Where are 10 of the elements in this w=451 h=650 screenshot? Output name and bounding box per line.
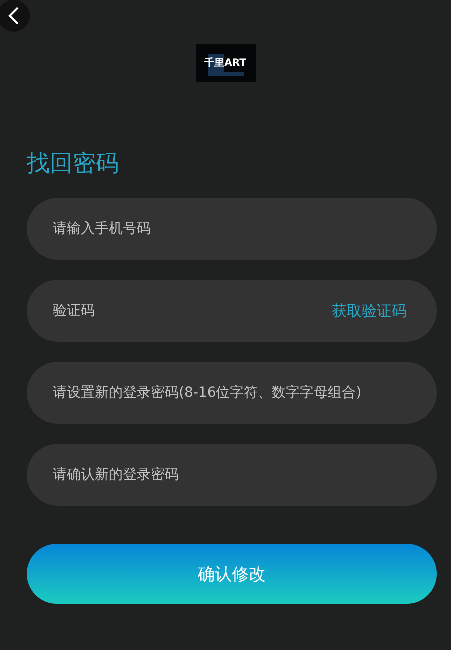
get-code-link[interactable]: 获取验证码 xyxy=(332,302,407,320)
input-field[interactable]: 请输入手机号码 xyxy=(53,221,407,237)
page-title: 找回密码 xyxy=(27,150,120,179)
logo: 千里ART xyxy=(196,44,256,82)
code-input-field[interactable]: 验证码 xyxy=(53,303,332,319)
confirm-button[interactable]: 确认修改 xyxy=(27,544,437,604)
back-icon xyxy=(7,7,21,25)
input-field[interactable]: 请设置新的登录密码(8-16位字符、数字字母组合) xyxy=(53,385,407,401)
back-button[interactable] xyxy=(0,0,30,32)
input-field[interactable]: 请确认新的登录密码 xyxy=(53,467,407,483)
